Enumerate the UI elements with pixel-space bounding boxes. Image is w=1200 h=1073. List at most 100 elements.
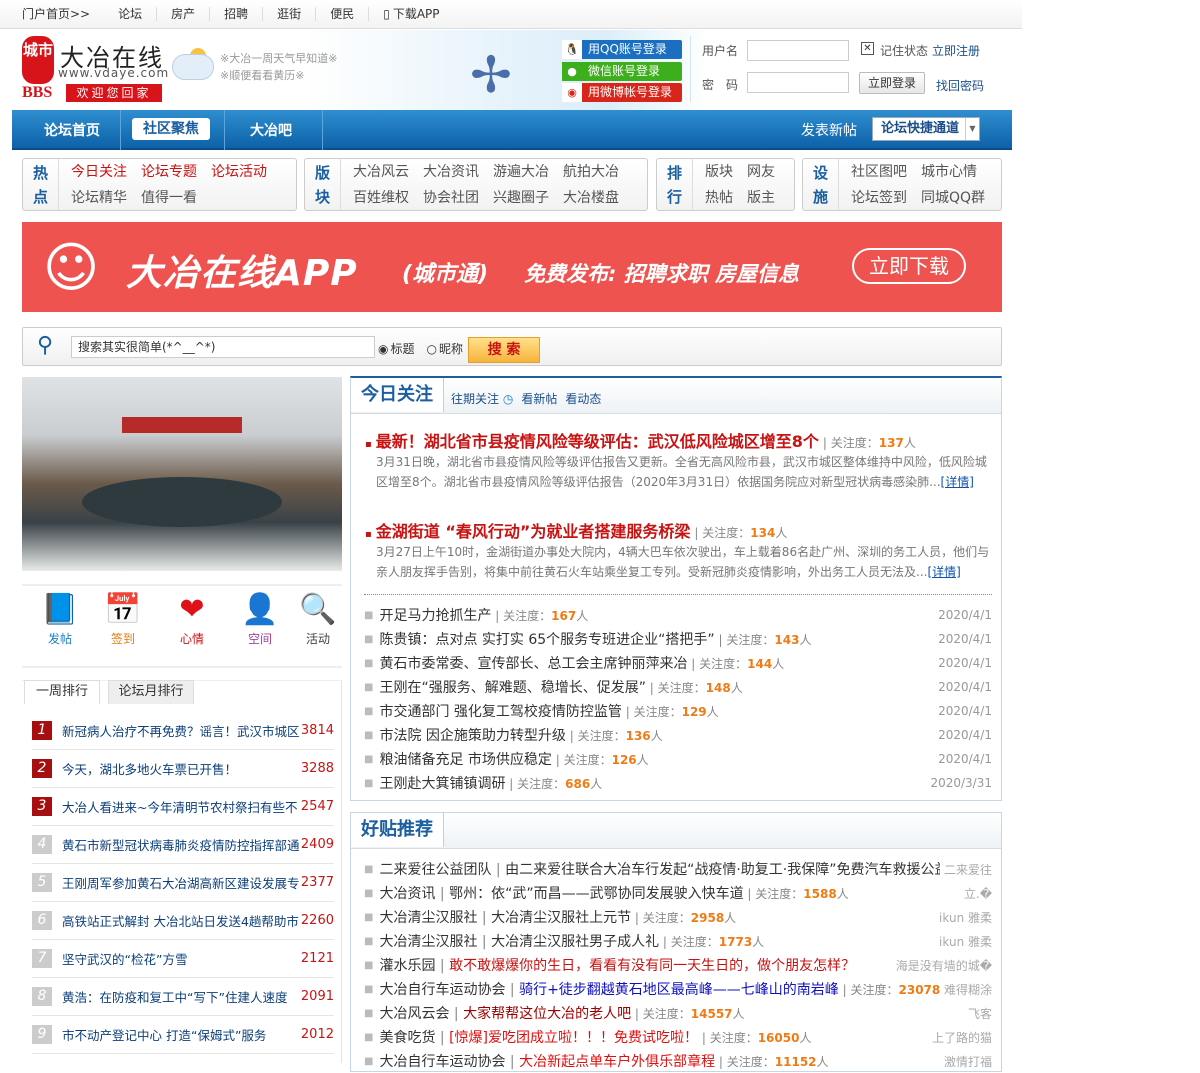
news-title[interactable]: 粮油储备充足 市场供应稳定 <box>379 752 551 768</box>
news-title[interactable]: 陈贵镇：点对点 实打实 65个服务专班进企业“搭把手” <box>379 632 714 648</box>
quick-link[interactable]: 游遍大冶 <box>493 161 549 185</box>
rank-item[interactable]: 9 市不动产登记中心 打造“保姆式”服务 2012 <box>32 1016 334 1054</box>
banner-download-button[interactable]: 立即下载 <box>852 248 966 284</box>
forum-link[interactable]: 论坛 <box>104 7 158 21</box>
rank-title[interactable]: 黄浩：在防疫和复工中“写下”住建人速度 <box>62 987 300 1006</box>
quick-link[interactable]: 大冶资讯 <box>423 161 479 185</box>
rank-title[interactable]: 新冠病人治疗不再免费？谣言！武汉市城区 <box>62 721 300 740</box>
details-link[interactable]: [详情] <box>941 475 974 489</box>
mood-shortcut[interactable]: ❤ 心情 <box>162 590 222 647</box>
login-submit-button[interactable]: 立即登录 <box>859 72 925 94</box>
news-row[interactable]: ■ 王刚在“强服务、解难题、稳增长、促发展” | 关注度：148人 2020/4/1 <box>364 675 992 699</box>
post-title[interactable]: 大冶清尘汉服社上元节 <box>491 910 631 926</box>
tab-weekly-rank[interactable]: 一周排行 <box>24 680 100 704</box>
quick-link[interactable]: 航拍大冶 <box>563 161 619 185</box>
rank-title[interactable]: 今天，湖北多地火车票已开售！ <box>62 759 300 778</box>
headline[interactable]: ▪ 金湖街道 “春风行动”为就业者搭建服务桥梁 | 关注度：134人 <box>365 518 787 542</box>
jobs-link[interactable]: 招聘 <box>210 7 264 21</box>
weibo-login-button[interactable]: ◉ 用微博帐号登录 <box>562 83 682 102</box>
post-title[interactable]: 鄂州：依“武”而昌——武鄂协同发展驶入快车道 <box>449 886 744 902</box>
app-download-banner[interactable]: ☺ 大冶在线APP (城市通) 免费发布: 招聘求职 房屋信息 立即下载 <box>22 222 1002 312</box>
post-author[interactable]: 上了路的猫 <box>932 1029 992 1046</box>
activity-link[interactable]: 看动态 <box>565 390 601 407</box>
good-post-row[interactable]: ■ 大冶自行车运动协会 | 骑行+徒步翻越黄石地区最高峰——七峰山的南岩峰 | 关… <box>364 977 992 1001</box>
news-title[interactable]: 黄石市委常委、宣传部长、总工会主席钟丽萍来冶 <box>379 656 687 672</box>
wechat-login-button[interactable]: ● 微信账号登录 <box>562 62 682 81</box>
title-radio[interactable]: ◉ <box>378 342 388 356</box>
rank-title[interactable]: 大冶人看进来~今年清明节农村祭扫有些不 <box>62 797 300 816</box>
quick-link[interactable]: 论坛活动 <box>211 161 267 185</box>
post-author[interactable]: ikun 雅柔 <box>939 933 992 950</box>
qq-login-button[interactable]: 🐧 用QQ账号登录 <box>562 40 682 59</box>
post-author[interactable]: ikun 雅柔 <box>939 909 992 926</box>
news-row[interactable]: ■ 开足马力抢抓生产 | 关注度：167人 2020/4/1 <box>364 603 992 627</box>
news-row[interactable]: ■ 王刚赴大箕铺镇调研 | 关注度：686人 2020/3/31 <box>364 771 992 795</box>
post-title[interactable]: [惊爆]爱吃团成立啦！！！免费试吃啦！ <box>449 1030 698 1046</box>
quick-link[interactable]: 同城QQ群 <box>921 187 985 211</box>
almanac-link[interactable]: ※顺便看看黄历※ <box>220 67 337 84</box>
rank-item[interactable]: 2 今天，湖北多地火车票已开售！ 3288 <box>32 750 334 788</box>
news-row[interactable]: ■ 市交通部门 强化复工驾校疫情防控监管 | 关注度：129人 2020/4/1 <box>364 699 992 723</box>
search-button[interactable]: 搜 索 <box>468 337 540 363</box>
rank-item[interactable]: 8 黄浩：在防疫和复工中“写下”住建人速度 2091 <box>32 978 334 1016</box>
quick-link[interactable]: 社区图吧 <box>851 161 907 185</box>
forum-name[interactable]: 美食吃货 <box>379 1030 435 1046</box>
good-post-row[interactable]: ■ 大冶资讯 | 鄂州：依“武”而昌——武鄂协同发展驶入快车道 | 关注度：158… <box>364 881 992 905</box>
post-title[interactable]: 大家帮帮这位大冶的老人吧 <box>463 1006 631 1022</box>
rank-title[interactable]: 黄石市新型冠状病毒肺炎疫情防控指挥部通 <box>62 835 300 854</box>
nav-forum-home[interactable]: 论坛首页 <box>44 120 100 140</box>
rank-title[interactable]: 王刚周军参加黄石大冶湖高新区建设发展专 <box>62 873 300 892</box>
post-title[interactable]: 大冶清尘汉服社男子成人礼 <box>491 934 659 950</box>
news-title[interactable]: 开足马力抢抓生产 <box>379 608 491 624</box>
new-post-link[interactable]: 发表新帖 <box>801 120 857 140</box>
forum-name[interactable]: 灌水乐园 <box>379 958 435 974</box>
quick-link[interactable]: 今日关注 <box>71 161 127 185</box>
headline[interactable]: ▪ 最新！湖北省市县疫情风险等级评估：武汉低风险城区增至8个 | 关注度：137人 <box>365 428 916 452</box>
quick-link[interactable]: 热帖 <box>705 187 733 211</box>
news-title[interactable]: 市法院 因企施策助力转型升级 <box>379 728 565 744</box>
news-row[interactable]: ■ 市法院 因企施策助力转型升级 | 关注度：136人 2020/4/1 <box>364 723 992 747</box>
good-post-row[interactable]: ■ 灌水乐园 | 敢不敢爆爆你的生日，看看有没有同一天生日的，做个朋友怎样？ 海是没… <box>364 953 992 977</box>
featured-photo[interactable] <box>22 377 342 571</box>
good-post-row[interactable]: ■ 大冶自行车运动协会 | 大冶新起点单车户外俱乐部章程 | 关注度：11152人… <box>364 1049 992 1073</box>
post-shortcut[interactable]: 📘 发帖 <box>30 590 90 647</box>
weather-link[interactable]: ※大冶一周天气早知道※ <box>220 50 337 67</box>
username-input[interactable] <box>747 40 849 61</box>
rank-item[interactable]: 5 王刚周军参加黄石大冶湖高新区建设发展专 2377 <box>32 864 334 902</box>
portal-home-link[interactable]: 门户首页>> <box>22 7 104 21</box>
forgot-password-link[interactable]: 找回密码 <box>936 77 984 94</box>
service-link[interactable]: 便民 <box>316 7 370 21</box>
past-focus-link[interactable]: 往期关注 ◷ <box>451 390 513 407</box>
forum-name[interactable]: 二来爱往公益团队 <box>379 862 491 878</box>
rank-item[interactable]: 3 大冶人看进来~今年清明节农村祭扫有些不 2547 <box>32 788 334 826</box>
register-link[interactable]: 立即注册 <box>932 42 980 59</box>
post-title[interactable]: 由二来爱往联合大冶车行发起“战疫情·助复工·我保障”免费汽车救援公益 <box>505 862 940 878</box>
good-post-row[interactable]: ■ 大冶风云会 | 大家帮帮这位大冶的老人吧 | 关注度：14557人 飞客 <box>364 1001 992 1025</box>
forum-name[interactable]: 大冶风云会 <box>379 1006 449 1022</box>
logo-city-mark[interactable]: 城市 <box>22 36 54 84</box>
headline-title[interactable]: 最新！湖北省市县疫情风险等级评估：武汉低风险城区增至8个 <box>376 432 819 451</box>
good-post-row[interactable]: ■ 美食吃货 | [惊爆]爱吃团成立啦！！！免费试吃啦！ | 关注度：16050人… <box>364 1025 992 1049</box>
rank-title[interactable]: 高铁站正式解封 大冶北站日发送4趟帮助市 <box>62 911 300 930</box>
space-shortcut[interactable]: 👤 空间 <box>230 590 290 647</box>
forum-name[interactable]: 大冶清尘汉服社 <box>379 934 477 950</box>
quick-link[interactable]: 版块 <box>705 161 733 185</box>
house-link[interactable]: 房产 <box>157 7 211 21</box>
post-author[interactable]: 激情打福 <box>944 1053 992 1070</box>
good-post-row[interactable]: ■ 大冶清尘汉服社 | 大冶清尘汉服社上元节 | 关注度：2958人 ikun 雅柔 <box>364 905 992 929</box>
news-title[interactable]: 王刚在“强服务、解难题、稳增长、促发展” <box>379 680 646 696</box>
news-row[interactable]: ■ 粮油储备充足 市场供应稳定 | 关注度：126人 2020/4/1 <box>364 747 992 771</box>
download-app-link[interactable]: ▯ 下载APP <box>369 7 453 21</box>
search-input[interactable]: 搜索其实很简单(*^__^*) <box>71 336 375 358</box>
quick-link[interactable]: 大冶楼盘 <box>563 187 619 211</box>
quick-link[interactable]: 大冶风云 <box>353 161 409 185</box>
activity-shortcut[interactable]: 🔍 活动 <box>288 590 348 647</box>
news-title[interactable]: 王刚赴大箕铺镇调研 <box>379 776 505 792</box>
post-author[interactable]: 二来爱往 <box>944 861 992 878</box>
tab-monthly-rank[interactable]: 论坛月排行 <box>108 680 194 704</box>
headline-title[interactable]: 金湖街道 “春风行动”为就业者搭建服务桥梁 <box>376 522 691 541</box>
quick-link[interactable]: 兴趣圈子 <box>493 187 549 211</box>
quick-link[interactable]: 协会社团 <box>423 187 479 211</box>
checkin-shortcut[interactable]: 📅 签到 <box>93 590 153 647</box>
quick-link[interactable]: 论坛专题 <box>141 161 197 185</box>
